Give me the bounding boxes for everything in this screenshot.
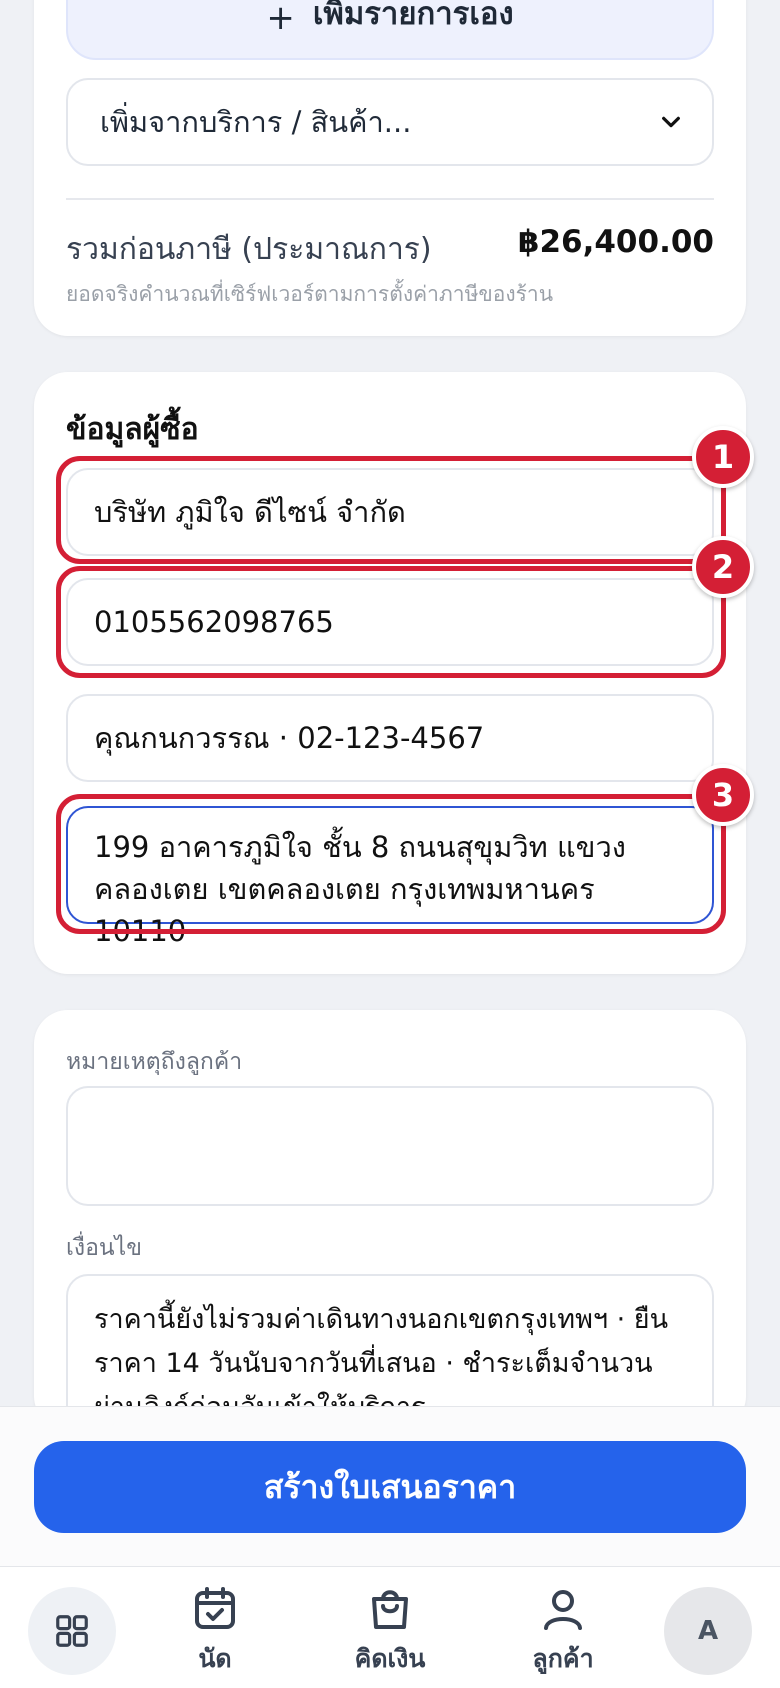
page: + เพิ่มรายการเอง เพิ่มจากบริการ / สินค้า… xyxy=(0,0,780,1688)
avatar[interactable]: A xyxy=(664,1587,752,1675)
subtotal-note: ยอดจริงคำนวณที่เซิร์ฟเวอร์ตามการตั้งค่าภ… xyxy=(66,282,554,306)
subtotal-value: ฿26,400.00 xyxy=(517,224,714,260)
buyer-section-title: ข้อมูลผู้ซื้อ xyxy=(66,412,199,447)
customer-note-label: หมายเหตุถึงลูกค้า xyxy=(66,1049,243,1075)
tab-billing[interactable]: คิดเงิน xyxy=(325,1585,455,1688)
contact-field[interactable]: คุณกนกวรรณ · 02-123-4567 xyxy=(66,694,714,782)
subtotal-label: รวมก่อนภาษี (ประมาณการ) xyxy=(66,232,432,267)
tab-home[interactable] xyxy=(28,1587,116,1675)
plus-icon: + xyxy=(266,0,295,38)
create-quote-label: สร้างใบเสนอราคา xyxy=(263,1467,517,1506)
company-name-field[interactable]: บริษัท ภูมิใจ ดีไซน์ จำกัด xyxy=(66,468,714,556)
create-quote-button[interactable]: สร้างใบเสนอราคา xyxy=(34,1441,746,1533)
tab-billing-label: คิดเงิน xyxy=(354,1644,426,1673)
user-icon xyxy=(544,1590,582,1630)
tab-appointments[interactable]: นัด xyxy=(150,1585,280,1688)
add-manual-item-button[interactable]: + เพิ่มรายการเอง xyxy=(66,0,714,60)
customer-note-textarea[interactable] xyxy=(66,1086,714,1206)
company-name-value: บริษัท ภูมิใจ ดีไซน์ จำกัด xyxy=(94,495,406,529)
grid-icon xyxy=(56,1615,88,1647)
add-from-service-select-value: เพิ่มจากบริการ / สินค้า... xyxy=(100,105,412,139)
annotation-badge-1: 1 xyxy=(692,426,754,488)
buyer-card: ข้อมูลผู้ซื้อ บริษัท ภูมิใจ ดีไซน์ จำกัด… xyxy=(34,372,754,974)
address-value: 199 อาคารภูมิใจ ชั้น 8 ถนนสุขุมวิท แขวง … xyxy=(94,830,626,948)
chevron-down-icon xyxy=(662,116,680,128)
bottom-tab-bar: นัด คิดเงิน ลูกค้า A xyxy=(0,1566,780,1688)
divider xyxy=(66,198,714,200)
add-manual-item-label: เพิ่มรายการเอง xyxy=(312,0,514,32)
terms-label: เงื่อนไข xyxy=(66,1235,142,1261)
tab-customers-label: ลูกค้า xyxy=(532,1644,594,1673)
tax-id-field[interactable]: 0105562098765 xyxy=(66,578,714,666)
bottom-action-panel: สร้างใบเสนอราคา xyxy=(0,1406,780,1566)
shopping-bag-icon xyxy=(372,1590,408,1629)
tab-customers[interactable]: ลูกค้า xyxy=(498,1585,628,1688)
tax-id-value: 0105562098765 xyxy=(94,605,334,639)
items-card: + เพิ่มรายการเอง เพิ่มจากบริการ / สินค้า… xyxy=(34,0,746,336)
contact-value: คุณกนกวรรณ · 02-123-4567 xyxy=(94,721,485,755)
add-from-service-select[interactable]: เพิ่มจากบริการ / สินค้า... xyxy=(66,78,714,166)
notes-card: หมายเหตุถึงลูกค้า เงื่อนไข ราคานี้ยังไม่… xyxy=(34,1010,746,1474)
calendar-check-icon xyxy=(195,1587,235,1629)
tab-appointments-label: นัด xyxy=(198,1644,232,1673)
address-field[interactable]: 199 อาคารภูมิใจ ชั้น 8 ถนนสุขุมวิท แขวง … xyxy=(66,806,714,948)
annotation-badge-3: 3 xyxy=(692,764,754,826)
annotation-badge-2: 2 xyxy=(692,536,754,598)
avatar-initial: A xyxy=(697,1616,719,1646)
